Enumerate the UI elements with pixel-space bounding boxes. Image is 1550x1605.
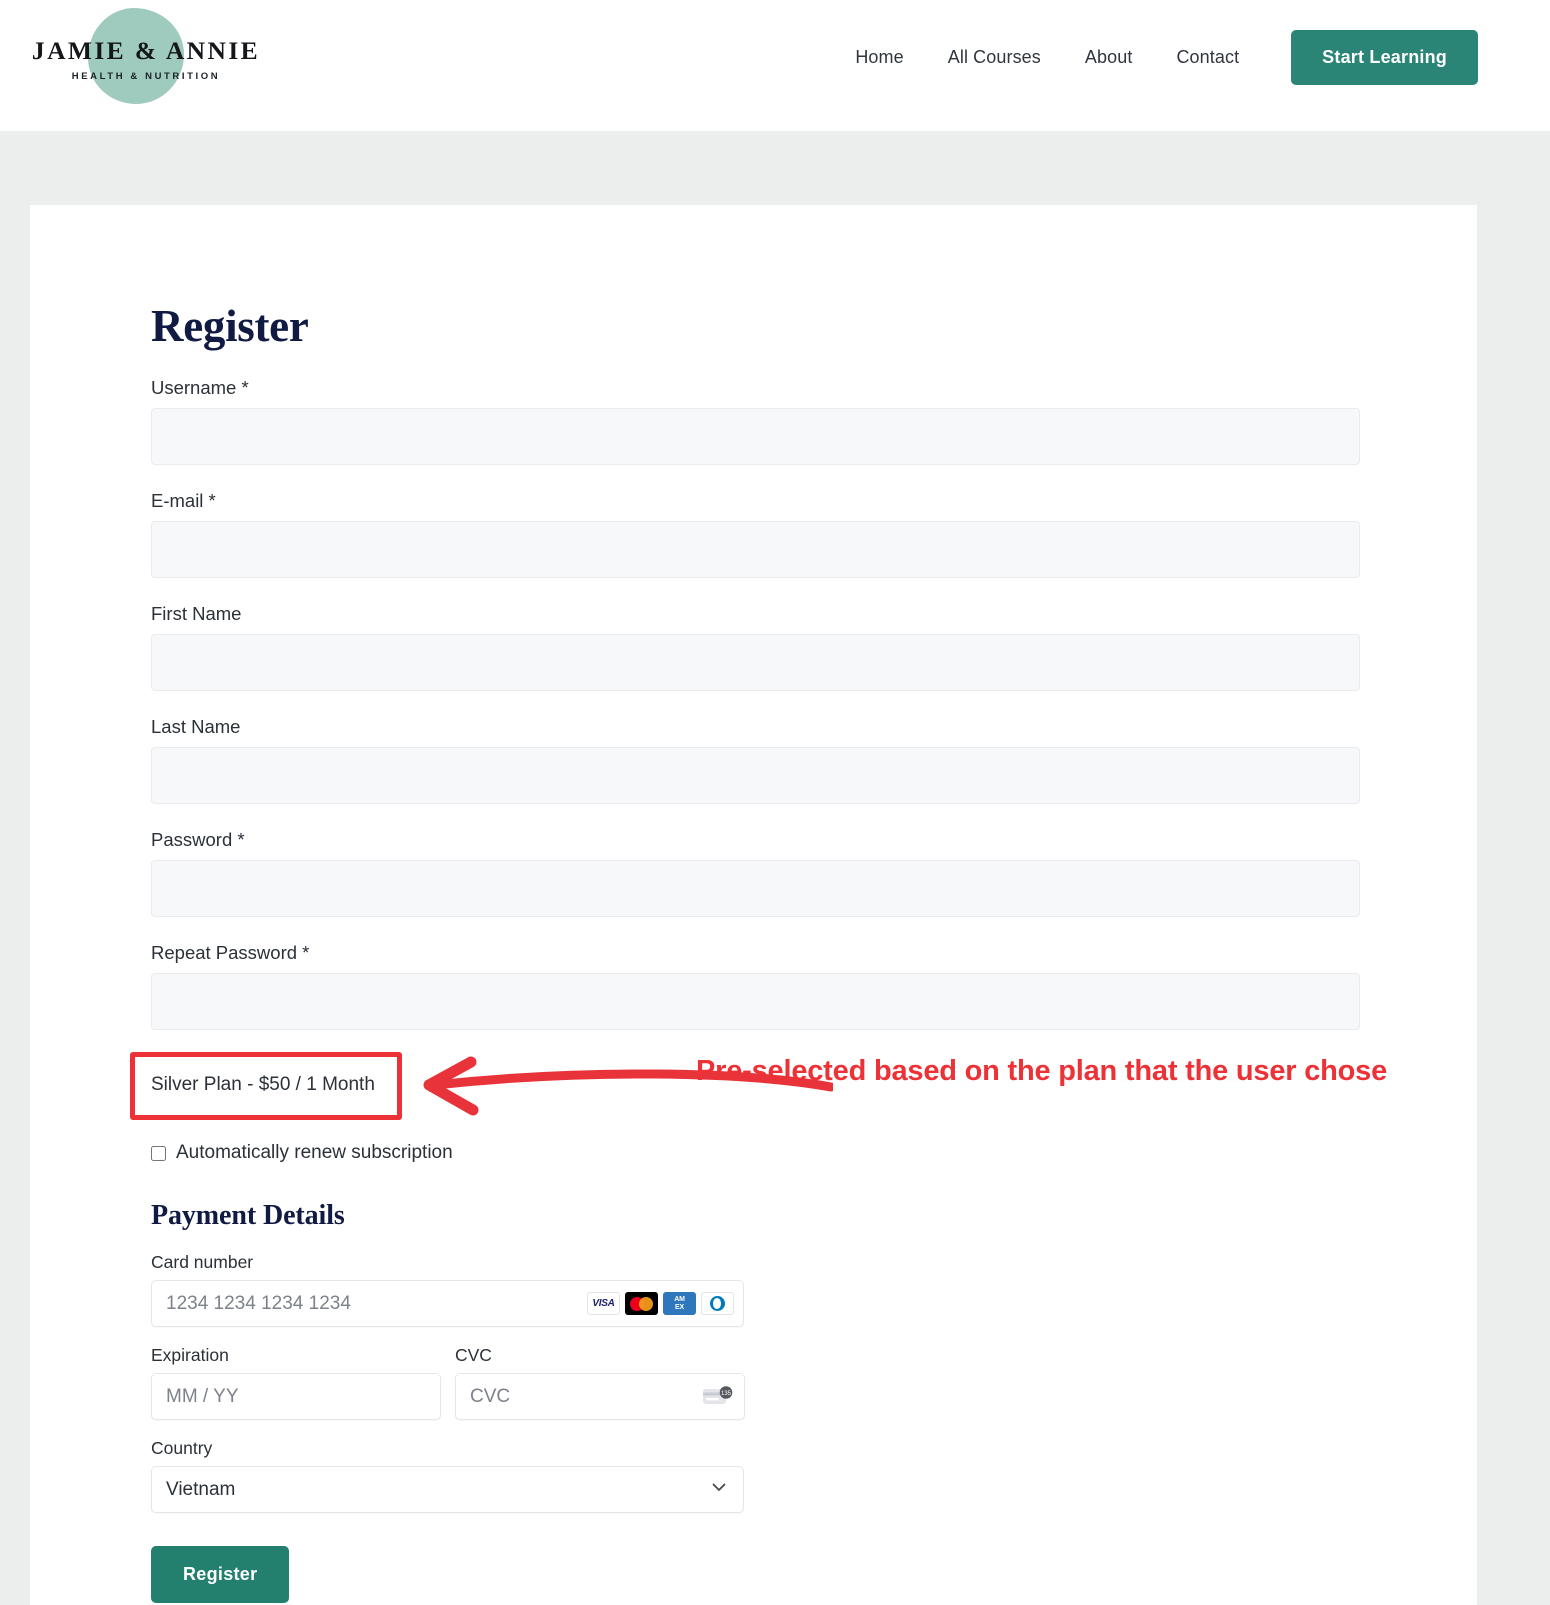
expiration-cvc-row: Expiration CVC 135 xyxy=(151,1345,1411,1420)
label-expiration: Expiration xyxy=(151,1345,229,1365)
auto-renew-label[interactable]: Automatically renew subscription xyxy=(176,1142,453,1164)
register-form: Register Username * E-mail * First Name … xyxy=(130,205,1411,1603)
nav-item-all-courses[interactable]: All Courses xyxy=(926,47,1063,68)
email-input[interactable] xyxy=(151,521,1360,578)
country-select[interactable]: Vietnam xyxy=(151,1466,744,1513)
amex-icon: AM EX xyxy=(663,1292,696,1315)
label-first-name: First Name xyxy=(151,603,242,624)
username-input[interactable] xyxy=(151,408,1360,465)
amex-line-2: EX xyxy=(675,1303,684,1311)
logo-sub-text: HEALTH & NUTRITION xyxy=(71,70,221,82)
label-card-number: Card number xyxy=(151,1252,254,1272)
cvc-card-icon: 135 xyxy=(703,1386,733,1404)
cvc-input[interactable] xyxy=(455,1373,745,1420)
visa-icon: VISA xyxy=(587,1292,620,1315)
page-root: JAMIE & ANNIE HEALTH & NUTRITION Home Al… xyxy=(0,0,1550,1605)
label-password: Password * xyxy=(151,829,245,850)
start-learning-button[interactable]: Start Learning xyxy=(1291,30,1478,85)
field-last-name: Last Name xyxy=(151,716,1411,804)
country-group: Country Vietnam xyxy=(151,1438,744,1513)
nav-item-contact[interactable]: Contact xyxy=(1154,47,1261,68)
page-title: Register xyxy=(151,301,309,351)
site-logo[interactable]: JAMIE & ANNIE HEALTH & NUTRITION xyxy=(26,6,326,124)
label-username: Username * xyxy=(151,377,249,398)
field-password: Password * xyxy=(151,829,1411,917)
card-number-wrap: VISA AM EX xyxy=(151,1280,744,1327)
label-repeat-password: Repeat Password * xyxy=(151,942,310,963)
site-header: JAMIE & ANNIE HEALTH & NUTRITION Home Al… xyxy=(0,0,1550,131)
field-email: E-mail * xyxy=(151,490,1411,578)
card-brand-icons: VISA AM EX xyxy=(587,1292,734,1315)
register-submit-button[interactable]: Register xyxy=(151,1546,290,1603)
auto-renew-row: Automatically renew subscription xyxy=(151,1142,1411,1164)
auto-renew-checkbox[interactable] xyxy=(151,1145,166,1161)
expiration-group: Expiration xyxy=(151,1345,441,1420)
logo-text: JAMIE & ANNIE HEALTH & NUTRITION xyxy=(26,36,266,82)
first-name-input[interactable] xyxy=(151,634,1360,691)
main-navigation: Home All Courses About Contact Start Lea… xyxy=(833,30,1478,85)
plan-row: Silver Plan - $50 / 1 Month Pre-selected… xyxy=(130,1052,1411,1120)
last-name-input[interactable] xyxy=(151,747,1360,804)
diners-club-icon xyxy=(701,1292,734,1315)
cvc-group: CVC 135 xyxy=(455,1345,745,1420)
expiration-input[interactable] xyxy=(151,1373,441,1420)
password-input[interactable] xyxy=(151,860,1360,917)
label-last-name: Last Name xyxy=(151,716,241,737)
field-username: Username * xyxy=(151,377,1411,465)
selected-plan-label: Silver Plan - $50 / 1 Month xyxy=(151,1074,375,1095)
svg-text:135: 135 xyxy=(721,1391,732,1397)
amex-line-1: AM xyxy=(674,1296,685,1303)
label-country: Country xyxy=(151,1438,213,1458)
logo-main-text: JAMIE & ANNIE xyxy=(31,36,261,65)
nav-item-about[interactable]: About xyxy=(1063,47,1155,68)
register-card: Register Username * E-mail * First Name … xyxy=(30,205,1477,1605)
field-repeat-password: Repeat Password * xyxy=(151,942,1411,1030)
annotation-text: Pre-selected based on the plan that the … xyxy=(696,1055,1388,1087)
payment-details-heading: Payment Details xyxy=(151,1200,345,1231)
repeat-password-input[interactable] xyxy=(151,973,1360,1030)
country-selected-value: Vietnam xyxy=(166,1478,236,1500)
field-first-name: First Name xyxy=(151,603,1411,691)
mastercard-icon xyxy=(625,1292,658,1315)
label-email: E-mail * xyxy=(151,490,216,511)
label-cvc: CVC xyxy=(455,1345,492,1365)
nav-item-home[interactable]: Home xyxy=(833,47,925,68)
card-number-group: Card number VISA AM EX xyxy=(151,1252,1411,1327)
